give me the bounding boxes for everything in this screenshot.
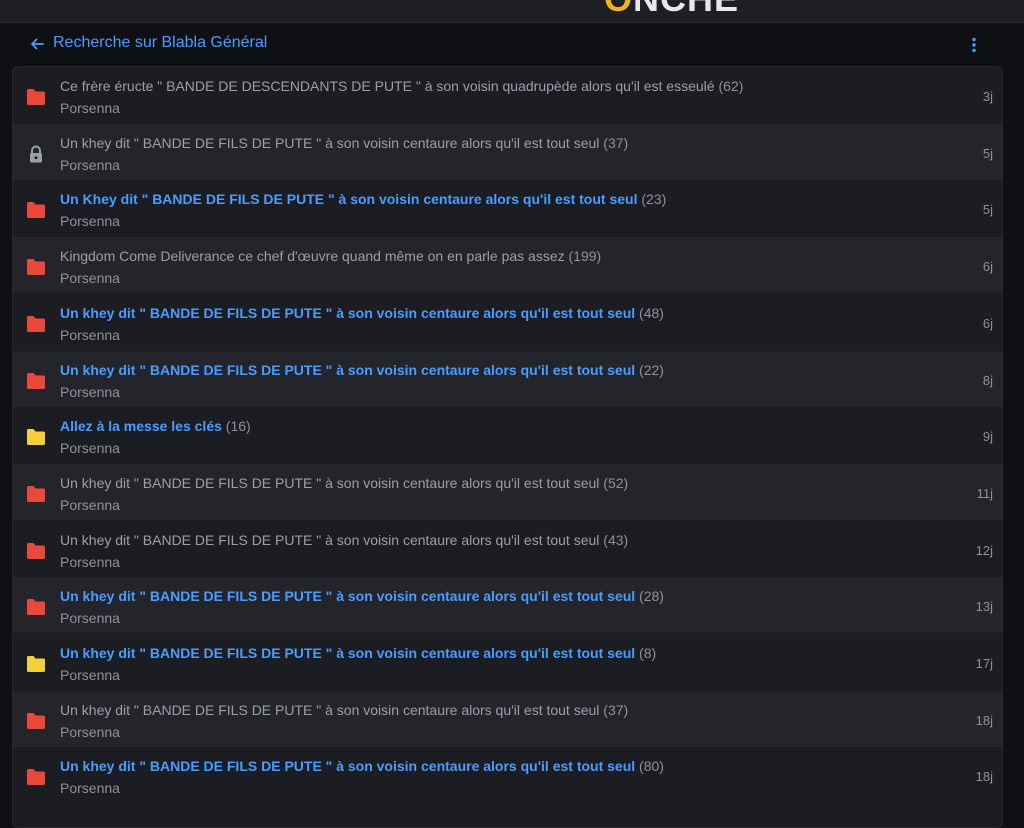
logo-text: NCHE xyxy=(633,0,739,19)
reply-count: (8) xyxy=(639,645,657,661)
topic-row[interactable]: Un Khey dit " BANDE DE FILS DE PUTE " à … xyxy=(13,180,1002,236)
topic-title[interactable]: Un khey dit " BANDE DE FILS DE PUTE " à … xyxy=(60,758,664,774)
topic-title-text[interactable]: Un Khey dit " BANDE DE FILS DE PUTE " à … xyxy=(60,191,637,207)
topic-row[interactable]: Ce frère éructe " BANDE DE DESCENDANTS D… xyxy=(13,67,1002,123)
topic-date: 13j xyxy=(975,599,993,614)
topic-title-text[interactable]: Kingdom Come Deliverance ce chef d'œuvre… xyxy=(60,248,565,264)
top-bar: ONCHE xyxy=(0,0,1024,23)
reply-count: (28) xyxy=(639,588,664,604)
topic-author[interactable]: Porsenna xyxy=(60,780,120,796)
topic-title[interactable]: Un khey dit " BANDE DE FILS DE PUTE " à … xyxy=(60,135,628,151)
page-header: Recherche sur Blabla Général xyxy=(14,32,1010,58)
topic-author[interactable]: Porsenna xyxy=(60,270,120,286)
topic-date: 5j xyxy=(982,202,993,217)
reply-count: (52) xyxy=(603,475,629,491)
topic-title-text[interactable]: Un khey dit " BANDE DE FILS DE PUTE " à … xyxy=(60,758,635,774)
topic-title-text[interactable]: Un khey dit " BANDE DE FILS DE PUTE " à … xyxy=(60,588,635,604)
topic-title[interactable]: Ce frère éructe " BANDE DE DESCENDANTS D… xyxy=(60,78,743,94)
topic-title[interactable]: Un khey dit " BANDE DE FILS DE PUTE " à … xyxy=(60,305,664,321)
topic-row[interactable]: Kingdom Come Deliverance ce chef d'œuvre… xyxy=(13,237,1002,293)
arrow-left-icon[interactable] xyxy=(30,37,44,51)
folder-red-icon xyxy=(26,201,46,219)
topic-author[interactable]: Porsenna xyxy=(60,157,120,173)
topic-title-text[interactable]: Un khey dit " BANDE DE FILS DE PUTE " à … xyxy=(60,362,635,378)
topic-row[interactable]: Un khey dit " BANDE DE FILS DE PUTE " à … xyxy=(13,351,1002,407)
topic-row[interactable]: Un khey dit " BANDE DE FILS DE PUTE " à … xyxy=(13,521,1002,577)
topic-row[interactable]: Un khey dit " BANDE DE FILS DE PUTE " à … xyxy=(13,577,1002,633)
folder-yellow-icon xyxy=(26,655,46,673)
topic-title-text[interactable]: Un khey dit " BANDE DE FILS DE PUTE " à … xyxy=(60,645,635,661)
topic-title-text[interactable]: Allez à la messe les clés xyxy=(60,418,222,434)
folder-red-icon xyxy=(26,88,46,106)
reply-count: (37) xyxy=(603,135,629,151)
folder-red-icon xyxy=(26,598,46,616)
topic-author[interactable]: Porsenna xyxy=(60,497,120,513)
topic-author[interactable]: Porsenna xyxy=(60,554,120,570)
folder-red-icon xyxy=(26,258,46,276)
topic-title-text[interactable]: Un khey dit " BANDE DE FILS DE PUTE " à … xyxy=(60,475,599,491)
topic-author[interactable]: Porsenna xyxy=(60,100,120,116)
topic-title[interactable]: Un khey dit " BANDE DE FILS DE PUTE " à … xyxy=(60,645,656,661)
folder-yellow-icon xyxy=(26,428,46,446)
topic-date: 11j xyxy=(976,486,993,501)
topic-author[interactable]: Porsenna xyxy=(60,213,120,229)
topic-row[interactable]: Un khey dit " BANDE DE FILS DE PUTE " à … xyxy=(13,294,1002,350)
reply-count: (48) xyxy=(639,305,664,321)
topic-row[interactable]: Un khey dit " BANDE DE FILS DE PUTE " à … xyxy=(13,464,1002,520)
topic-title[interactable]: Kingdom Come Deliverance ce chef d'œuvre… xyxy=(60,248,601,264)
topic-row[interactable]: Un khey dit " BANDE DE FILS DE PUTE " à … xyxy=(13,124,1002,180)
topic-date: 8j xyxy=(982,373,993,388)
topic-title-text[interactable]: Un khey dit " BANDE DE FILS DE PUTE " à … xyxy=(60,305,635,321)
topic-date: 6j xyxy=(982,316,993,331)
folder-red-icon xyxy=(26,542,46,560)
topic-author[interactable]: Porsenna xyxy=(60,384,120,400)
topic-author[interactable]: Porsenna xyxy=(60,610,120,626)
reply-count: (62) xyxy=(718,78,744,94)
more-vertical-icon[interactable] xyxy=(969,36,979,54)
topic-title-text[interactable]: Un khey dit " BANDE DE FILS DE PUTE " à … xyxy=(60,532,599,548)
topic-date: 18j xyxy=(975,769,993,784)
topic-date: 6j xyxy=(982,259,993,274)
folder-red-icon xyxy=(26,768,46,786)
folder-red-icon xyxy=(26,372,46,390)
topic-date: 18j xyxy=(975,713,993,728)
topic-title-text[interactable]: Un khey dit " BANDE DE FILS DE PUTE " à … xyxy=(60,135,599,151)
topic-title-text[interactable]: Un khey dit " BANDE DE FILS DE PUTE " à … xyxy=(60,702,599,718)
topic-date: 5j xyxy=(982,146,993,161)
topic-row[interactable]: Un khey dit " BANDE DE FILS DE PUTE " à … xyxy=(13,747,1002,803)
reply-count: (80) xyxy=(639,758,664,774)
topic-title[interactable]: Un Khey dit " BANDE DE FILS DE PUTE " à … xyxy=(60,191,666,207)
page-title[interactable]: Recherche sur Blabla Général xyxy=(53,34,267,52)
reply-count: (22) xyxy=(639,362,664,378)
topic-date: 9j xyxy=(982,429,993,444)
topic-title[interactable]: Un khey dit " BANDE DE FILS DE PUTE " à … xyxy=(60,702,628,718)
reply-count: (16) xyxy=(225,418,251,434)
reply-count: (37) xyxy=(603,702,629,718)
site-logo[interactable]: ONCHE xyxy=(604,0,739,20)
topic-author[interactable]: Porsenna xyxy=(60,440,120,456)
topic-date: 3j xyxy=(982,89,993,104)
topic-title[interactable]: Un khey dit " BANDE DE FILS DE PUTE " à … xyxy=(60,532,628,548)
lock-icon xyxy=(26,145,46,163)
reply-count: (199) xyxy=(568,248,602,264)
topic-date: 17j xyxy=(975,656,993,671)
topic-list: Ce frère éructe " BANDE DE DESCENDANTS D… xyxy=(12,66,1003,828)
topic-title[interactable]: Allez à la messe les clés (16) xyxy=(60,418,251,434)
reply-count: (23) xyxy=(641,191,667,207)
folder-red-icon xyxy=(26,485,46,503)
topic-title[interactable]: Un khey dit " BANDE DE FILS DE PUTE " à … xyxy=(60,588,664,604)
topic-author[interactable]: Porsenna xyxy=(60,724,120,740)
topic-author[interactable]: Porsenna xyxy=(60,327,120,343)
topic-title[interactable]: Un khey dit " BANDE DE FILS DE PUTE " à … xyxy=(60,362,664,378)
topic-title[interactable]: Un khey dit " BANDE DE FILS DE PUTE " à … xyxy=(60,475,628,491)
folder-red-icon xyxy=(26,315,46,333)
topic-row[interactable]: Un khey dit " BANDE DE FILS DE PUTE " à … xyxy=(13,634,1002,690)
topic-row[interactable]: Un khey dit " BANDE DE FILS DE PUTE " à … xyxy=(13,691,1002,747)
topic-row[interactable]: Allez à la messe les clés (16) Porsenna 9j xyxy=(13,407,1002,463)
topic-date: 12j xyxy=(975,543,993,558)
folder-red-icon xyxy=(26,712,46,730)
topic-title-text[interactable]: Ce frère éructe " BANDE DE DESCENDANTS D… xyxy=(60,78,715,94)
topic-author[interactable]: Porsenna xyxy=(60,667,120,683)
reply-count: (43) xyxy=(603,532,629,548)
